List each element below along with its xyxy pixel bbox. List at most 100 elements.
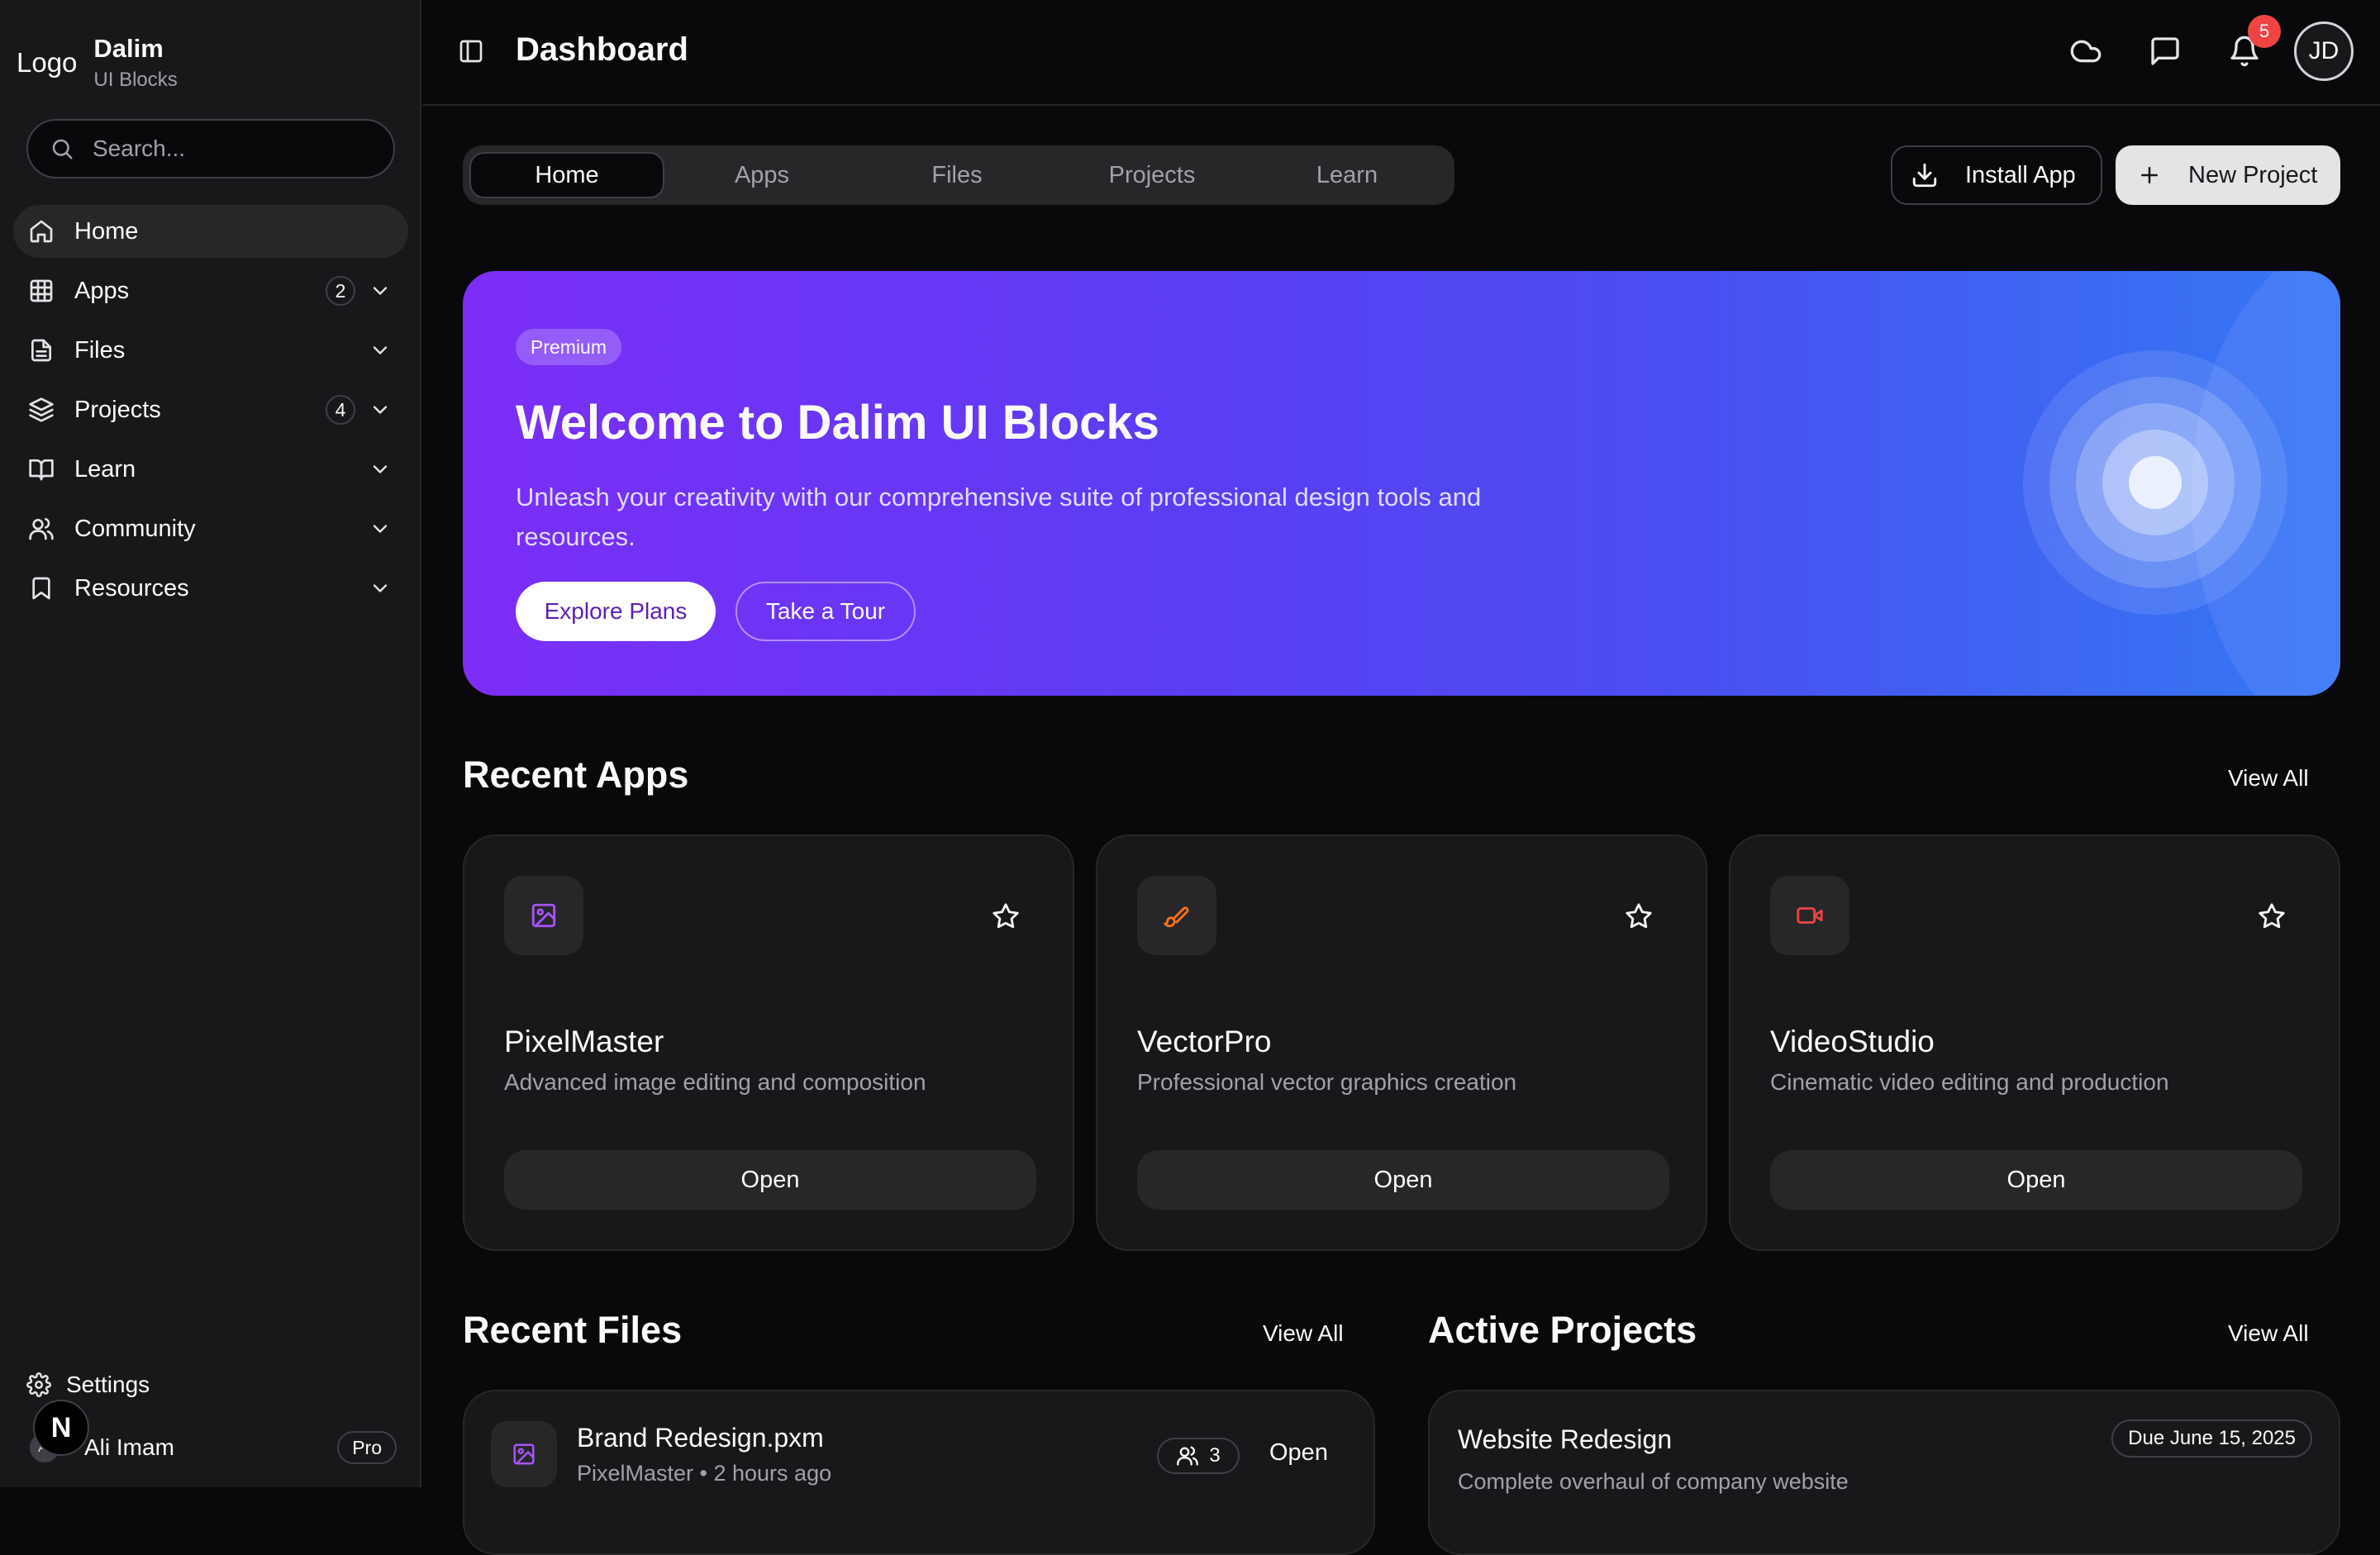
file-list-item[interactable]: Brand Redesign.pxm PixelMaster • 2 hours… [463,1390,1375,1555]
file-name: Brand Redesign.pxm [577,1423,824,1453]
message-icon[interactable] [2149,35,2182,68]
collaborator-count: 3 [1209,1444,1221,1467]
chevron-down-icon[interactable] [369,458,392,481]
app-description: Professional vector graphics creation [1137,1069,1517,1095]
open-app-button[interactable]: Open [504,1150,1036,1210]
recent-files-view-all[interactable]: View All [1263,1320,1344,1347]
project-description: Complete overhaul of company website [1458,1469,1849,1494]
brush-icon [1164,906,1189,928]
open-file-button[interactable]: Open [1269,1439,1328,1467]
user-avatar-button[interactable]: JD [2294,21,2354,81]
sidebar-item-learn[interactable]: Learn [13,443,408,496]
tab-apps[interactable]: Apps [664,152,859,198]
project-list-item[interactable]: Website Redesign Due June 15, 2025 Compl… [1428,1390,2340,1555]
sidebar-item-home[interactable]: Home [13,205,408,258]
new-project-label: New Project [2188,161,2318,188]
app-icon-tile [1770,876,1849,955]
sidebar-item-resources[interactable]: Resources [13,562,408,615]
explore-plans-button[interactable]: Explore Plans [516,582,716,641]
brand[interactable]: Logo Dalim UI Blocks [17,30,178,96]
layers-icon [29,397,54,422]
recent-apps-view-all[interactable]: View All [2228,765,2309,792]
app-name: VideoStudio [1770,1025,1935,1058]
recent-apps-heading: Recent Apps [463,754,689,796]
settings-link[interactable]: Settings [26,1372,150,1398]
sidebar: Logo Dalim UI Blocks Home Apps 2 Files P… [0,0,421,1487]
app-card: PixelMaster Advanced image editing and c… [463,835,1074,1251]
users-icon [1177,1446,1199,1466]
app-icon-tile [504,876,583,955]
tab-learn[interactable]: Learn [1250,152,1445,198]
image-icon [531,903,556,928]
file-meta: PixelMaster • 2 hours ago [577,1461,832,1486]
chevron-down-icon[interactable] [369,517,392,540]
collaborators-badge: 3 [1157,1438,1240,1474]
project-name: Website Redesign [1458,1424,1673,1454]
search-input[interactable] [91,135,372,163]
logo: Logo [17,47,78,78]
sidebar-item-label: Community [74,515,196,542]
top-header: Dashboard 5 JD [423,0,2380,106]
video-icon [1797,907,1823,924]
sidebar-item-community[interactable]: Community [13,502,408,555]
active-projects-view-all[interactable]: View All [2228,1320,2309,1347]
sidebar-item-files[interactable]: Files [13,324,408,377]
plus-icon [2141,167,2158,183]
chevron-down-icon[interactable] [369,398,392,421]
settings-label: Settings [66,1372,150,1397]
tab-projects[interactable]: Projects [1054,152,1250,198]
app-card: VectorPro Professional vector graphics c… [1096,835,1707,1251]
gear-icon [26,1372,51,1397]
chevron-down-icon[interactable] [369,339,392,362]
count-badge: 4 [326,395,355,425]
star-icon[interactable] [1625,902,1653,930]
brand-subtitle: UI Blocks [93,69,178,91]
install-app-label: Install App [1965,161,2076,188]
sidebar-item-label: Resources [74,574,189,602]
app-icon-tile [1137,876,1216,955]
install-app-button[interactable]: Install App [1891,145,2102,205]
star-icon[interactable] [992,902,1020,930]
welcome-banner: Premium Welcome to Dalim UI Blocks Unlea… [463,271,2340,696]
tab-home[interactable]: Home [469,152,664,198]
brand-name: Dalim [93,34,164,63]
open-app-button[interactable]: Open [1770,1150,2302,1210]
cloud-icon[interactable] [2069,35,2102,68]
download-icon [1912,163,1937,188]
recent-files-heading: Recent Files [463,1309,683,1351]
sidebar-item-projects[interactable]: Projects 4 [13,383,408,436]
home-icon [30,220,53,243]
sidebar-item-label: Home [74,217,139,245]
n-floating-button[interactable]: N [33,1400,89,1456]
search-box[interactable] [26,119,395,178]
take-tour-button[interactable]: Take a Tour [735,582,916,641]
new-project-button[interactable]: New Project [2116,145,2340,205]
app-description: Advanced image editing and composition [504,1069,926,1095]
file-icon-tile [491,1421,557,1487]
user-name: Ali Imam [84,1434,174,1460]
sidebar-item-label: Learn [74,455,136,483]
sidebar-toggle-icon[interactable] [458,38,484,64]
chevron-down-icon[interactable] [369,279,392,302]
book-icon [29,459,54,481]
app-name: VectorPro [1137,1025,1272,1058]
open-app-button[interactable]: Open [1137,1150,1669,1210]
notification-badge: 5 [2248,15,2281,48]
app-description: Cinematic video editing and production [1770,1069,2169,1095]
sidebar-item-label: Projects [74,396,161,423]
tab-bar: Home Apps Files Projects Learn [463,145,1454,205]
star-icon[interactable] [2258,902,2286,930]
sidebar-item-label: Files [74,336,126,364]
sidebar-item-label: Apps [74,277,130,304]
app-card: VideoStudio Cinematic video editing and … [1729,835,2340,1251]
hero-description: Unleash your creativity with our compreh… [516,483,1482,551]
search-icon [52,139,73,159]
tab-files[interactable]: Files [859,152,1054,198]
bookmark-icon [32,577,50,600]
users-icon [29,517,54,540]
sidebar-item-apps[interactable]: Apps 2 [13,264,408,317]
chevron-down-icon[interactable] [369,577,392,600]
premium-badge: Premium [516,329,622,365]
image-icon [513,1443,535,1465]
target-rings-icon [2023,350,2287,615]
